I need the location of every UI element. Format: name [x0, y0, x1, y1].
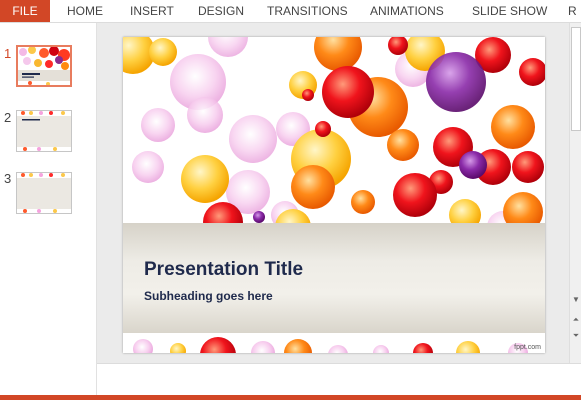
slide-subtitle[interactable]: Subheading goes here [144, 289, 273, 303]
tab-insert[interactable]: INSERT [130, 0, 174, 22]
template-credit: fppt.com [514, 344, 541, 351]
slide-canvas[interactable]: Presentation Title Subheading goes here … [123, 37, 545, 353]
thumbnail-content-image [17, 173, 71, 213]
status-bar [0, 395, 581, 400]
slide-number-2: 2 [4, 110, 12, 125]
tab-animations[interactable]: ANIMATIONS [370, 0, 444, 22]
notes-divider [97, 363, 581, 364]
slide-title[interactable]: Presentation Title [144, 259, 303, 281]
tab-file[interactable]: FILE [0, 0, 50, 22]
previous-slide-icon[interactable]: ⏶ [570, 314, 581, 326]
thumbnail-content-image [17, 111, 71, 151]
tab-home[interactable]: HOME [67, 0, 103, 22]
tab-review-partial[interactable]: R [568, 0, 577, 22]
tab-design[interactable]: DESIGN [198, 0, 244, 22]
vertical-scrollbar[interactable]: ▼ ⏶ ⏷ [569, 23, 581, 363]
next-slide-icon[interactable]: ⏷ [570, 330, 581, 342]
slide-thumbnail-pane[interactable]: 1 2 3 [0, 23, 97, 395]
tab-transitions[interactable]: TRANSITIONS [267, 0, 348, 22]
slide-thumbnail-2[interactable] [16, 110, 72, 152]
slide-thumbnail-3[interactable] [16, 172, 72, 214]
slide-thumbnail-1[interactable] [16, 45, 72, 87]
scrollbar-thumb[interactable] [571, 27, 581, 131]
ribbon-tab-bar: FILE HOME INSERT DESIGN TRANSITIONS ANIM… [0, 0, 581, 23]
slide-number-3: 3 [4, 171, 12, 186]
thumbnail-bubbles-image [18, 47, 70, 85]
tab-slide-show[interactable]: SLIDE SHOW [472, 0, 547, 22]
slide-number-1: 1 [4, 46, 12, 61]
scroll-down-arrow-icon[interactable]: ▼ [570, 294, 581, 306]
